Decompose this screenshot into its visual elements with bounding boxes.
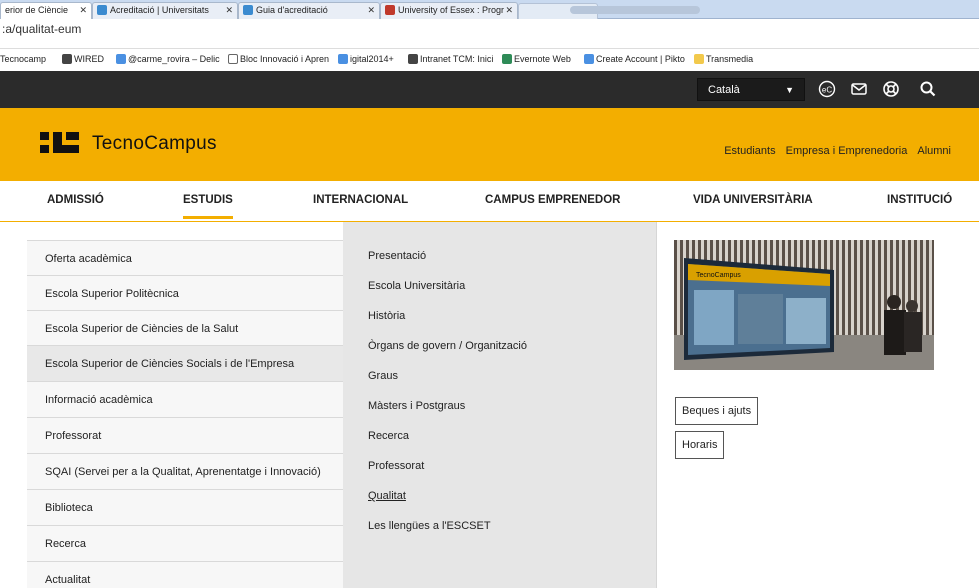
bookmark-item[interactable]: Create Account | Pikto bbox=[584, 52, 685, 66]
page-icon bbox=[228, 54, 238, 64]
link-alumni[interactable]: Alumni bbox=[917, 145, 951, 157]
bookmark-item[interactable]: Intranet TCM: Inici bbox=[408, 52, 493, 66]
submenu-item-qualitat[interactable]: Qualitat bbox=[368, 490, 406, 502]
bookmark-item[interactable]: igital2014+ bbox=[338, 52, 394, 66]
site-top-bar: Català ▼ eC bbox=[0, 71, 979, 108]
favicon-icon bbox=[243, 5, 253, 15]
creative-commons-icon[interactable]: eC bbox=[818, 80, 836, 98]
nav-vida-universitaria[interactable]: VIDA UNIVERSITÀRIA bbox=[693, 194, 813, 206]
blurred-region bbox=[570, 6, 700, 14]
tab-label: Acreditació | Universitats bbox=[110, 5, 209, 15]
tab-label: Guia d'acreditació bbox=[256, 5, 328, 15]
tecnocampus-icon bbox=[408, 54, 418, 64]
browser-tab-bar: erior de Cièncie ✕ Acreditació | Univers… bbox=[0, 0, 979, 19]
bookmark-item[interactable]: Transmedia bbox=[694, 52, 753, 66]
submenu-item[interactable]: Història bbox=[368, 310, 405, 322]
tab-label: erior de Cièncie bbox=[5, 5, 69, 15]
menu-item[interactable]: Informació acadèmica bbox=[27, 381, 343, 417]
mega-menu: Oferta acadèmica Escola Superior Politèc… bbox=[0, 222, 979, 588]
mail-icon[interactable] bbox=[850, 80, 868, 98]
bookmark-item[interactable]: WIRED bbox=[62, 52, 104, 66]
evernote-icon bbox=[502, 54, 512, 64]
browser-tab[interactable]: Acreditació | Universitats ✕ bbox=[92, 2, 238, 19]
submenu-item[interactable]: Presentació bbox=[368, 250, 426, 262]
menu-column-featured: TecnoCampus Beques i ajuts Horaris bbox=[657, 222, 979, 588]
delicious-icon bbox=[116, 54, 126, 64]
menu-item[interactable]: Actualitat bbox=[27, 561, 343, 588]
nav-admissio[interactable]: ADMISSIÓ bbox=[47, 194, 104, 206]
menu-item[interactable]: Escola Superior de Ciències Socials i de… bbox=[27, 345, 343, 381]
menu-item[interactable]: Oferta acadèmica bbox=[27, 240, 343, 276]
menu-item[interactable]: Biblioteca bbox=[27, 489, 343, 525]
submenu-item[interactable]: Professorat bbox=[368, 460, 424, 472]
piktochart-icon bbox=[584, 54, 594, 64]
nav-estudis[interactable]: ESTUDIS bbox=[183, 194, 233, 219]
bookmark-item[interactable]: Bloc Innovació i Apren bbox=[228, 52, 329, 66]
bookmark-item[interactable]: Tecnocamp bbox=[0, 52, 46, 66]
tab-label: University of Essex : Progr bbox=[398, 5, 505, 15]
help-icon[interactable] bbox=[882, 80, 900, 98]
close-icon[interactable]: ✕ bbox=[79, 3, 87, 18]
menu-item[interactable]: Escola Superior Politècnica bbox=[27, 275, 343, 311]
close-icon[interactable]: ✕ bbox=[505, 3, 513, 18]
language-select[interactable]: Català ▼ bbox=[697, 78, 805, 101]
bookmark-item[interactable]: @carme_rovira – Delic bbox=[116, 52, 220, 66]
logo-text: TecnoCampus bbox=[92, 133, 217, 154]
menu-item[interactable]: Escola Superior de Ciències de la Salut bbox=[27, 310, 343, 346]
nav-campus-emprenedor[interactable]: CAMPUS EMPRENEDOR bbox=[485, 194, 620, 206]
menu-item[interactable]: Recerca bbox=[27, 525, 343, 561]
submenu-item[interactable]: Escola Universitària bbox=[368, 280, 465, 292]
horaris-button[interactable]: Horaris bbox=[675, 431, 725, 459]
menu-item[interactable]: Professorat bbox=[27, 417, 343, 453]
favicon-icon bbox=[97, 5, 107, 15]
bookmark-item[interactable]: Evernote Web bbox=[502, 52, 571, 66]
bookmarks-bar: Tecnocamp WIRED @carme_rovira – Delic Bl… bbox=[0, 52, 979, 68]
svg-text:TecnoCampus: TecnoCampus bbox=[696, 272, 741, 279]
submenu-item[interactable]: Les llengües a l'ESCSET bbox=[368, 520, 491, 532]
browser-tab[interactable]: erior de Cièncie ✕ bbox=[0, 2, 92, 19]
menu-item[interactable]: SQAI (Servei per a la Qualitat, Aprenent… bbox=[27, 453, 343, 489]
submenu-item[interactable]: Màsters i Postgraus bbox=[368, 400, 465, 412]
logo-mark-icon bbox=[40, 132, 80, 154]
language-value: Català bbox=[708, 84, 740, 96]
browser-tab[interactable]: Guia d'acreditació ✕ bbox=[238, 2, 380, 19]
browser-tab[interactable]: University of Essex : Progr ✕ bbox=[380, 2, 518, 19]
menu-column-primary: Oferta acadèmica Escola Superior Politèc… bbox=[27, 240, 343, 588]
nav-institucio[interactable]: INSTITUCIÓ bbox=[887, 194, 952, 206]
beques-button[interactable]: Beques i ajuts bbox=[675, 397, 759, 425]
header-links: Estudiants Empresa i Emprenedoria Alumni bbox=[717, 145, 951, 157]
submenu-item[interactable]: Graus bbox=[368, 370, 398, 382]
favicon-icon bbox=[385, 5, 395, 15]
site-header: TecnoCampus Estudiants Empresa i Emprene… bbox=[0, 108, 979, 181]
address-bar[interactable]: :a/qualitat-eum bbox=[0, 19, 979, 49]
wired-icon bbox=[62, 54, 72, 64]
folder-icon bbox=[694, 54, 704, 64]
link-empresa[interactable]: Empresa i Emprenedoria bbox=[786, 145, 908, 157]
campus-photo: TecnoCampus bbox=[674, 240, 934, 370]
search-icon[interactable] bbox=[919, 80, 937, 98]
close-icon[interactable]: ✕ bbox=[367, 3, 375, 18]
chevron-down-icon: ▼ bbox=[785, 85, 794, 95]
svg-text:eC: eC bbox=[822, 86, 832, 95]
google-icon bbox=[338, 54, 348, 64]
submenu-item[interactable]: Recerca bbox=[368, 430, 409, 442]
main-nav: ADMISSIÓ ESTUDIS INTERNACIONAL CAMPUS EM… bbox=[0, 181, 979, 222]
url-text[interactable]: :a/qualitat-eum bbox=[2, 22, 81, 36]
close-icon[interactable]: ✕ bbox=[225, 3, 233, 18]
submenu-item[interactable]: Òrgans de govern / Organització bbox=[368, 340, 527, 352]
menu-column-secondary: Presentació Escola Universitària Històri… bbox=[343, 222, 657, 588]
nav-internacional[interactable]: INTERNACIONAL bbox=[313, 194, 408, 206]
link-estudiants[interactable]: Estudiants bbox=[724, 145, 775, 157]
